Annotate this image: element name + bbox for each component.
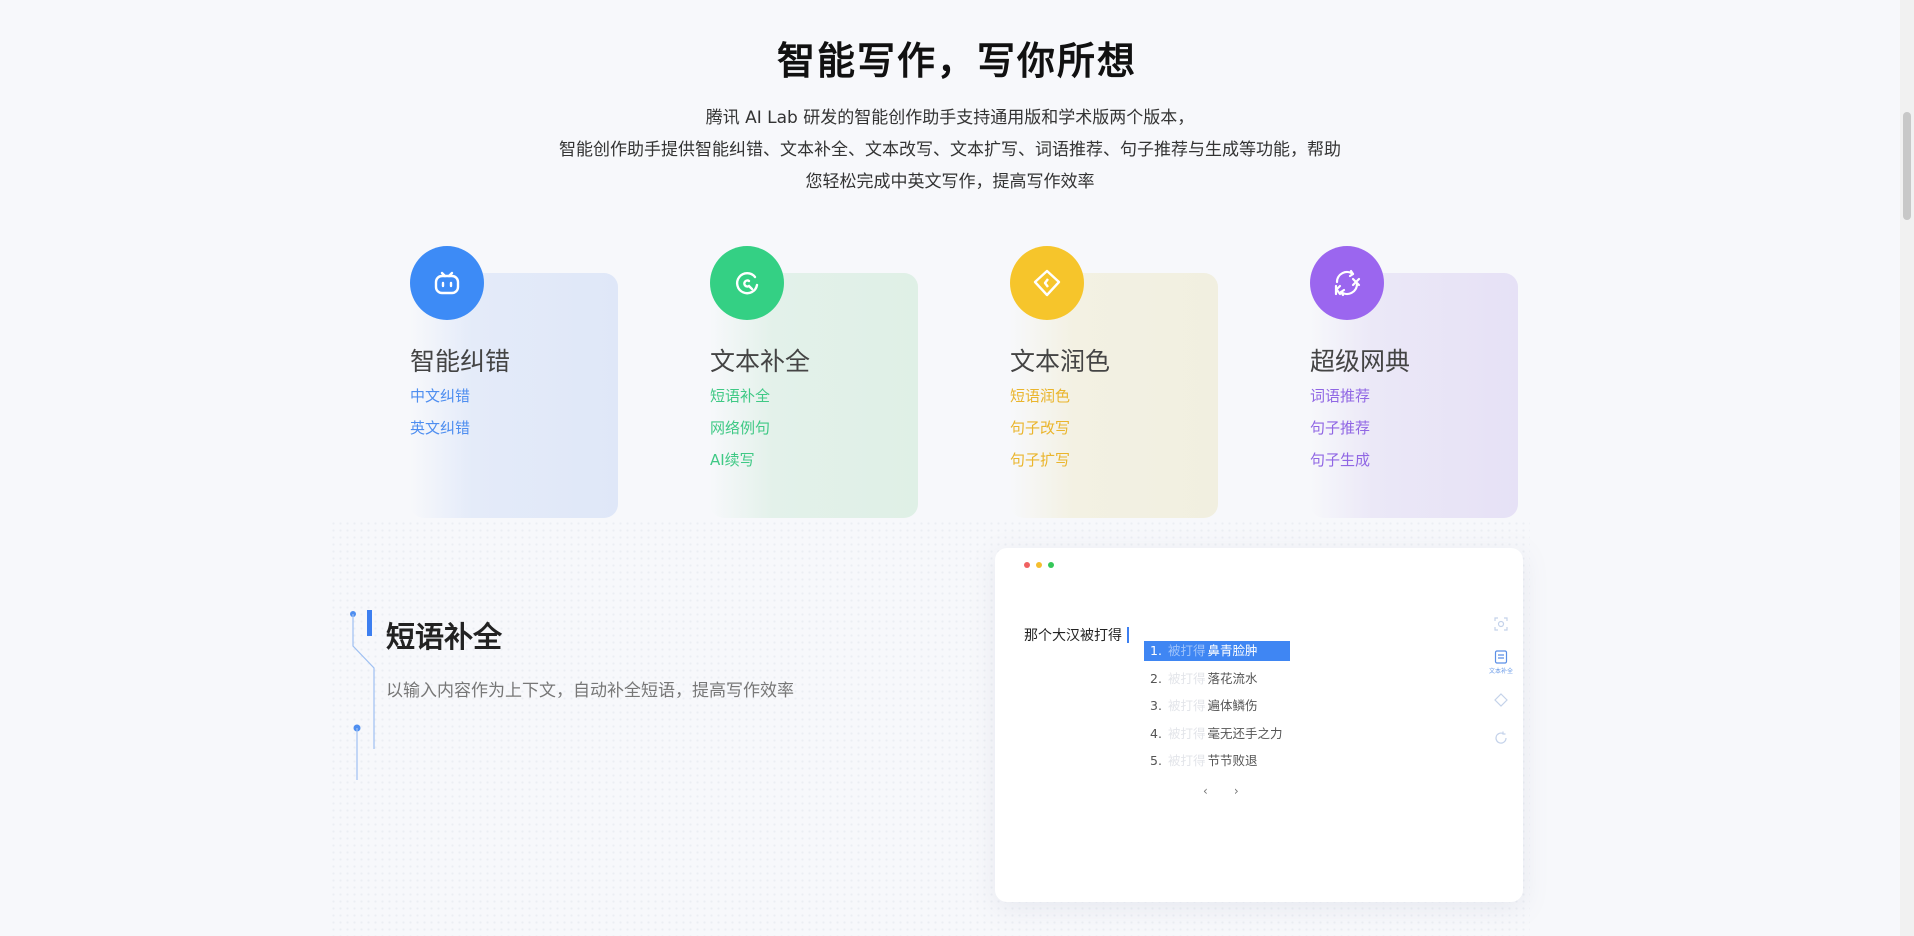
suggestion-list: 1. 被打得 鼻青脸肿 2. 被打得 落花流水 3. 被打得 遍体鳞伤 4. 被打得 毫无还手之…: [1144, 641, 1290, 779]
card-link-chinese-correction[interactable]: 中文纠错: [410, 386, 470, 418]
robot-face-icon: [410, 246, 484, 320]
subtitle-line: 您轻松完成中英文写作，提高写作效率: [805, 172, 1095, 192]
page-title: 智能写作，写你所想: [776, 39, 1137, 83]
subtitle-line: 腾讯 AI Lab 研发的智能创作助手支持通用版和学术版两个版本，: [705, 108, 1195, 128]
suggestion-ghost: 被打得: [1167, 698, 1206, 713]
card-link-word-recommend[interactable]: 词语推荐: [1310, 386, 1370, 418]
feature-card-correction: 智能纠错 中文纠错 英文纠错: [410, 246, 710, 521]
scrollbar-thumb[interactable]: [1903, 112, 1911, 220]
card-link-ai-continue[interactable]: AI续写: [710, 450, 770, 482]
card-link-english-correction[interactable]: 英文纠错: [410, 418, 470, 450]
card-title: 文本润色: [1010, 347, 1111, 376]
translate-swap-icon: [1310, 246, 1384, 320]
window-minimize-dot: [1036, 562, 1042, 568]
feature-card-polish: 文本润色 短语润色 句子改写 句子扩写: [1010, 246, 1310, 521]
polish-tool-button[interactable]: [1485, 681, 1517, 719]
suggestion-ghost: 被打得: [1167, 670, 1206, 686]
feature-card-dictionary: 超级网典 词语推荐 句子推荐 句子生成: [1310, 246, 1610, 521]
card-links: 短语补全 网络例句 AI续写: [710, 386, 770, 482]
page-scrollbar[interactable]: [1900, 0, 1914, 936]
scan-icon: [1494, 617, 1508, 631]
suggestion-text: 落花流水: [1207, 670, 1258, 686]
card-link-phrase-completion[interactable]: 短语补全: [710, 386, 770, 418]
card-link-sentence-recommend[interactable]: 句子推荐: [1310, 418, 1370, 450]
suggestion-ghost: 被打得: [1167, 725, 1206, 741]
tool-label: 文本补全: [1488, 668, 1513, 675]
suggestion-number: 4.: [1150, 725, 1162, 741]
refresh-icon: [1495, 731, 1507, 744]
card-title: 智能纠错: [410, 347, 511, 376]
subtitle-line: 智能创作助手提供智能纠错、文本补全、文本改写、文本扩写、词语推荐、句子推荐与生成…: [559, 140, 1341, 160]
suggestion-number: 3.: [1150, 698, 1162, 713]
suggestion-number: 5.: [1150, 753, 1162, 768]
timeline-decoration: [350, 610, 375, 780]
window-maximize-dot: [1048, 562, 1054, 568]
feature-card-completion: 文本补全 短语补全 网络例句 AI续写: [710, 246, 1010, 521]
suggestion-item[interactable]: 3. 被打得 遍体鳞伤: [1144, 696, 1290, 724]
document-icon: [1494, 650, 1508, 664]
window-close-dot: [1024, 562, 1030, 568]
demo-input-text[interactable]: 那个大汉被打得: [1024, 625, 1129, 645]
card-links: 短语润色 句子改写 句子扩写: [1010, 386, 1070, 482]
card-link-web-examples[interactable]: 网络例句: [710, 418, 770, 450]
text-caret: [1127, 627, 1129, 643]
suggestion-ghost: 被打得: [1167, 643, 1206, 658]
input-text: 那个大汉被打得: [1024, 628, 1122, 644]
card-links: 中文纠错 英文纠错: [410, 386, 470, 450]
diamond-outline-icon: [1494, 693, 1508, 707]
suggestion-text: 鼻青脸肿: [1207, 643, 1258, 658]
pager-prev-button[interactable]: ‹: [1203, 784, 1208, 798]
suggestion-item[interactable]: 1. 被打得 鼻青脸肿: [1144, 641, 1290, 661]
pager-next-button[interactable]: ›: [1234, 784, 1239, 798]
card-link-sentence-expand[interactable]: 句子扩写: [1010, 450, 1070, 482]
suggestion-number: 2.: [1150, 670, 1162, 686]
text-completion-tool-button[interactable]: 文本补全: [1485, 643, 1517, 681]
card-link-sentence-generate[interactable]: 句子生成: [1310, 450, 1370, 482]
suggestion-text: 毫无还手之力: [1207, 725, 1283, 741]
diamond-icon: [1010, 246, 1084, 320]
refresh-circle-icon: [710, 246, 784, 320]
highlight-title: 短语补全: [386, 620, 503, 654]
demo-window: 那个大汉被打得 1. 被打得 鼻青脸肿 2. 被打得 落花流水 3. 被打得 遍体鳞伤 4.…: [995, 548, 1523, 902]
rewrite-tool-button[interactable]: [1485, 719, 1517, 757]
page-subtitle: 腾讯 AI Lab 研发的智能创作助手支持通用版和学术版两个版本， 智能创作助手…: [500, 102, 1400, 198]
suggestion-item[interactable]: 2. 被打得 落花流水: [1144, 669, 1290, 697]
suggestion-text: 遍体鳞伤: [1207, 698, 1258, 713]
suggestion-ghost: 被打得: [1167, 753, 1206, 768]
card-title: 超级网典: [1310, 347, 1411, 376]
highlight-description: 以输入内容作为上下文，自动补全短语，提高写作效率: [386, 681, 794, 701]
suggestion-pager: ‹ ›: [1203, 784, 1265, 798]
card-link-phrase-polish[interactable]: 短语润色: [1010, 386, 1070, 418]
suggestion-number: 1.: [1150, 643, 1162, 658]
card-link-sentence-rewrite[interactable]: 句子改写: [1010, 418, 1070, 450]
suggestion-item[interactable]: 5. 被打得 节节败退: [1144, 751, 1290, 779]
suggestion-text: 节节败退: [1207, 753, 1258, 768]
scan-tool-button[interactable]: [1485, 605, 1517, 643]
suggestion-item[interactable]: 4. 被打得 毫无还手之力: [1144, 724, 1290, 752]
card-title: 文本补全: [710, 347, 811, 376]
card-links: 词语推荐 句子推荐 句子生成: [1310, 386, 1370, 482]
side-toolbar: 文本补全: [1485, 605, 1517, 757]
